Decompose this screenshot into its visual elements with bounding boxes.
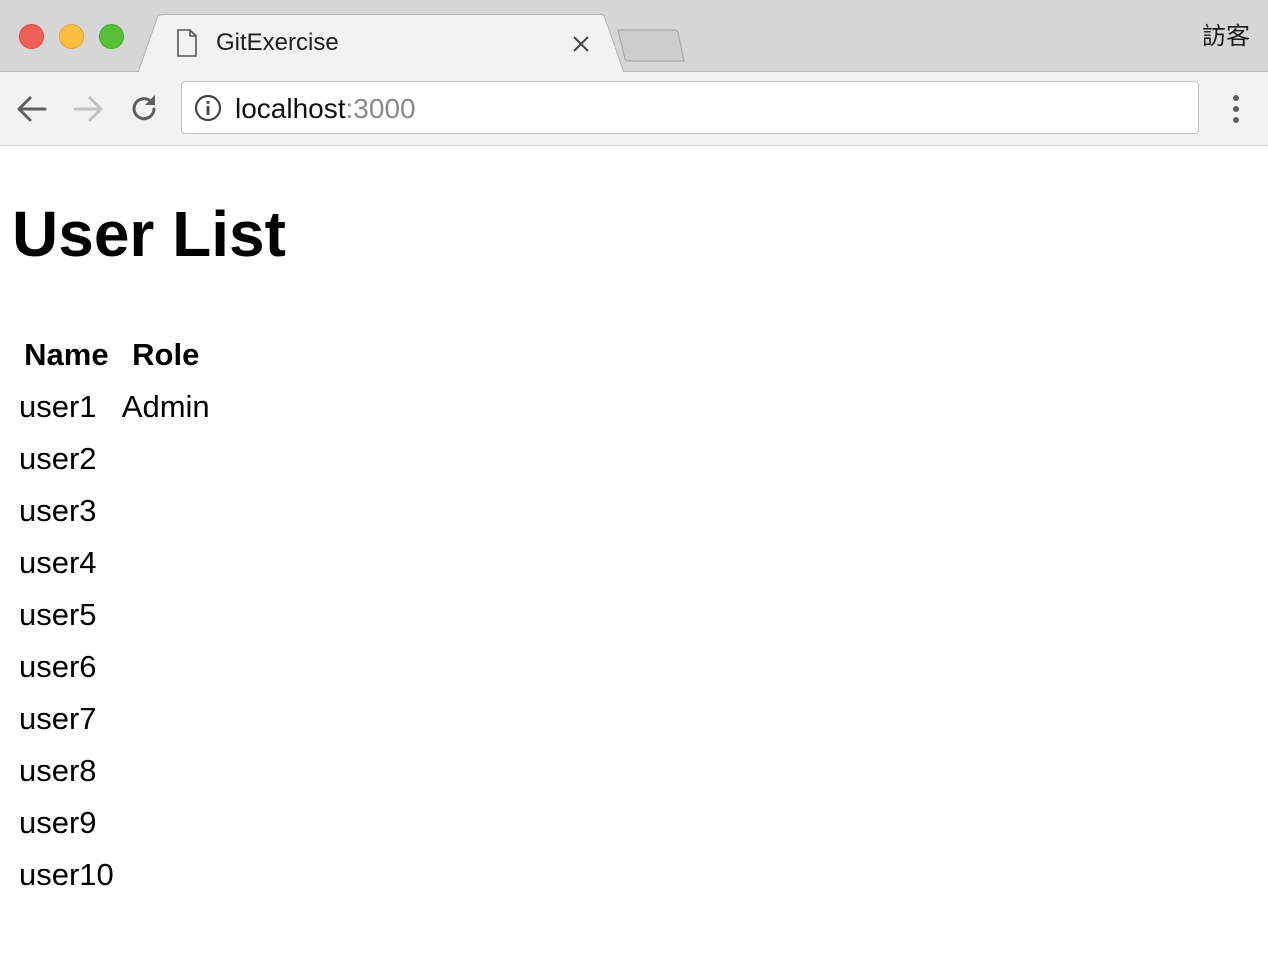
tab-strip: GitExercise 訪客 — [0, 0, 1268, 73]
user-role-cell — [120, 487, 212, 535]
new-tab-button[interactable] — [615, 28, 687, 64]
user-role-cell — [120, 643, 212, 691]
table-row: user2 — [17, 435, 212, 483]
table-row: user5 — [17, 591, 212, 639]
window-maximize-button[interactable] — [99, 24, 124, 49]
column-header-role: Role — [132, 337, 200, 372]
user-name-cell: user8 — [19, 753, 97, 788]
forward-arrow-icon[interactable] — [71, 92, 105, 126]
user-name-cell: user5 — [19, 597, 97, 632]
address-url[interactable]: localhost:3000 — [235, 93, 416, 125]
user-table: Name Role user1 Admin user2 user3 user4 … — [13, 327, 216, 903]
url-host: localhost — [235, 93, 346, 124]
user-role-cell — [120, 747, 212, 795]
user-name-cell: user3 — [19, 493, 97, 528]
user-name-cell: user2 — [19, 441, 97, 476]
table-row: user10 — [17, 851, 212, 899]
user-name-cell: user7 — [19, 701, 97, 736]
user-role-cell — [120, 695, 212, 743]
active-tab[interactable] — [138, 14, 628, 73]
user-role-cell — [120, 799, 212, 847]
table-row: user3 — [17, 487, 212, 535]
table-row: user1 Admin — [17, 383, 212, 431]
window-minimize-button[interactable] — [59, 24, 84, 49]
user-role-cell — [120, 435, 212, 483]
window-close-button[interactable] — [19, 24, 44, 49]
page-content: User List Name Role user1 Admin user2 us… — [0, 147, 1268, 960]
user-name-cell: user9 — [19, 805, 97, 840]
tab-title: GitExercise — [216, 29, 339, 56]
table-header-row: Name Role — [17, 331, 212, 379]
user-name-cell: user1 — [19, 389, 97, 424]
user-role-cell: Admin — [121, 389, 210, 424]
user-role-cell — [120, 591, 212, 639]
kebab-menu-icon[interactable] — [1224, 92, 1248, 126]
table-row: user8 — [17, 747, 212, 795]
browser-toolbar: localhost:3000 — [0, 72, 1268, 146]
user-name-cell: user10 — [19, 857, 114, 892]
column-header-name: Name — [24, 337, 109, 372]
info-icon[interactable] — [194, 94, 222, 122]
back-arrow-icon[interactable] — [15, 92, 49, 126]
user-role-cell — [120, 539, 212, 587]
table-row: user6 — [17, 643, 212, 691]
table-row: user9 — [17, 799, 212, 847]
browser-window: GitExercise 訪客 localhost:3000 User List … — [0, 0, 1268, 960]
url-port: :3000 — [345, 93, 416, 124]
user-role-cell — [120, 851, 212, 899]
tab-close-icon[interactable] — [570, 33, 592, 55]
address-bar[interactable]: localhost:3000 — [181, 81, 1199, 134]
reload-icon[interactable] — [127, 92, 161, 126]
user-name-cell: user4 — [19, 545, 97, 580]
page-title: User List — [12, 198, 286, 270]
profile-label[interactable]: 訪客 — [1202, 22, 1250, 50]
document-icon — [177, 29, 197, 57]
user-name-cell: user6 — [19, 649, 97, 684]
table-row: user7 — [17, 695, 212, 743]
table-row: user4 — [17, 539, 212, 587]
